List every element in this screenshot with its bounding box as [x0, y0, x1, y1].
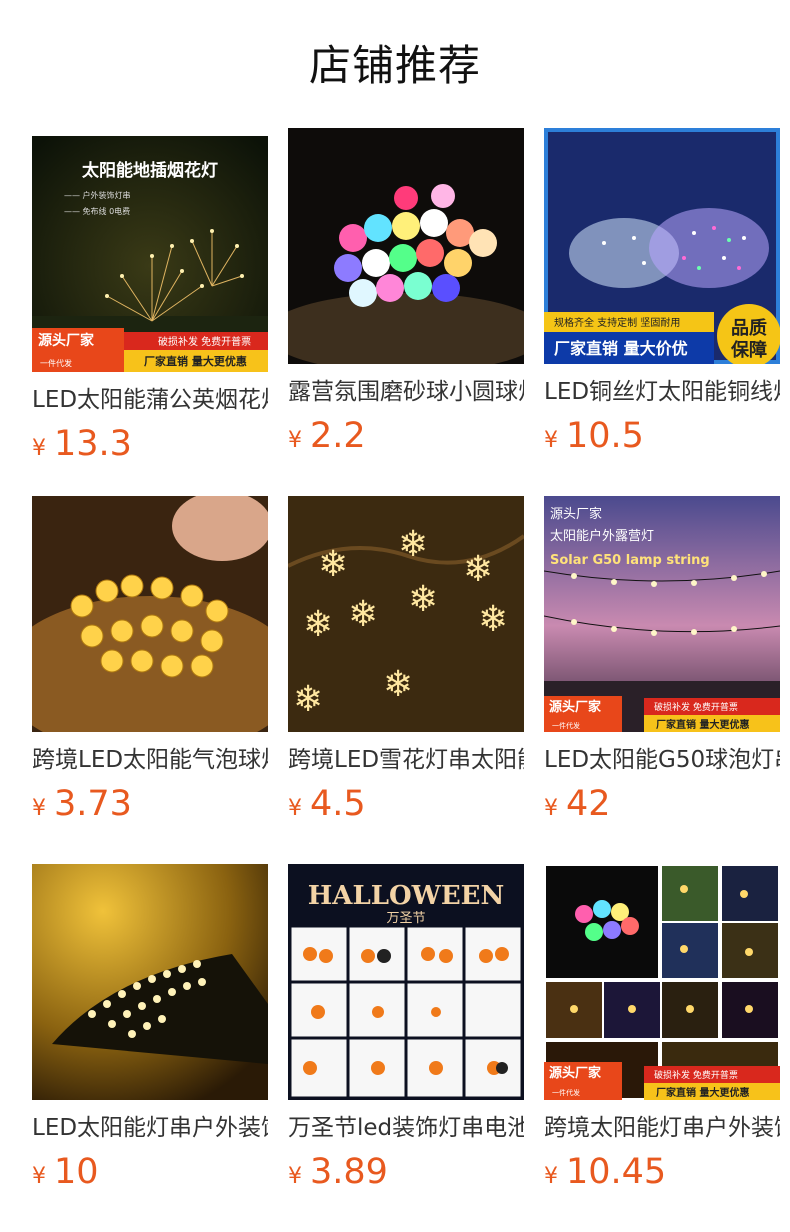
bubble-ball-lights-image[interactable]	[32, 496, 268, 732]
product-name[interactable]: LED太阳能蒲公英烟花灯	[32, 382, 268, 418]
svg-text:源头厂家: 源头厂家	[38, 332, 95, 349]
svg-text:一件代发: 一件代发	[552, 1088, 580, 1097]
product-name[interactable]: 露营氛围磨砂球小圆球灯串	[288, 374, 524, 410]
halloween-lights-image[interactable]: HALLOWEEN 万圣节	[288, 864, 524, 1100]
svg-text:—— 免布线 0电费: —— 免布线 0电费	[64, 206, 130, 216]
product-name[interactable]: 跨境太阳能灯串户外装饰	[544, 1110, 780, 1146]
currency-symbol: ¥	[544, 428, 558, 453]
svg-text:源头厂家: 源头厂家	[549, 1065, 602, 1081]
solar-lights-collage-image[interactable]: 源头厂家 一件代发 破损补发 免费开普票 厂家直销 量大更优惠	[544, 864, 780, 1100]
product-price: ¥42	[544, 784, 611, 824]
svg-text:品质: 品质	[731, 318, 767, 339]
currency-symbol: ¥	[288, 1164, 302, 1189]
product-price: ¥10.45	[544, 1152, 667, 1192]
svg-text:❄: ❄	[303, 604, 333, 645]
svg-text:源头厂家: 源头厂家	[549, 699, 602, 715]
currency-symbol: ¥	[544, 1164, 558, 1189]
svg-text:厂家直销 量大更优惠: 厂家直销 量大更优惠	[656, 1086, 749, 1099]
product-price: ¥10.5	[544, 416, 644, 456]
svg-text:规格齐全 支持定制 坚固耐用: 规格齐全 支持定制 坚固耐用	[554, 316, 680, 329]
svg-text:保障: 保障	[730, 339, 767, 361]
g50-bulb-string-image[interactable]: 源头厂家 太阳能户外露营灯 Solar G50 lamp string 源头厂家…	[544, 496, 780, 732]
product-name[interactable]: LED铜丝灯太阳能铜线灯串	[544, 374, 780, 410]
product-price: ¥10	[32, 1152, 99, 1192]
svg-text:❄: ❄	[383, 664, 413, 705]
product-name[interactable]: LED太阳能G50球泡灯串	[544, 742, 780, 778]
currency-symbol: ¥	[288, 796, 302, 821]
svg-text:破损补发 免费开普票: 破损补发 免费开普票	[654, 701, 738, 713]
warm-led-string-image[interactable]	[32, 864, 268, 1100]
product-name[interactable]: 跨境LED雪花灯串太阳能	[288, 742, 524, 778]
svg-text:源头厂家: 源头厂家	[550, 506, 602, 522]
currency-symbol: ¥	[288, 428, 302, 453]
svg-text:❄: ❄	[463, 549, 493, 590]
svg-text:Solar G50 lamp string: Solar G50 lamp string	[550, 553, 710, 568]
product-price: ¥13.3	[32, 424, 132, 464]
product-name[interactable]: 跨境LED太阳能气泡球灯串	[32, 742, 268, 778]
copper-wire-lights-image[interactable]: 规格齐全 支持定制 坚固耐用 厂家直销 量大价优 品质 保障	[544, 128, 780, 364]
svg-text:一件代发: 一件代发	[552, 721, 580, 730]
svg-text:破损补发 免费开普票: 破损补发 免费开普票	[158, 335, 251, 348]
svg-text:❄: ❄	[478, 599, 508, 640]
currency-symbol: ¥	[544, 796, 558, 821]
svg-text:太阳能户外露营灯: 太阳能户外露营灯	[550, 528, 654, 544]
firework-lights-image[interactable]: 太阳能地插烟花灯 —— 户外装饰灯串 —— 免布线 0电费 源头厂家 一件代发 …	[32, 136, 268, 372]
img-headline: 太阳能地插烟花灯	[82, 160, 218, 181]
svg-text:❄: ❄	[408, 579, 438, 620]
currency-symbol: ¥	[32, 1164, 46, 1189]
svg-text:—— 户外装饰灯串: —— 户外装饰灯串	[64, 190, 131, 200]
product-price: ¥3.73	[32, 784, 132, 824]
svg-text:❄: ❄	[398, 524, 428, 565]
product-name[interactable]: LED太阳能灯串户外装饰	[32, 1110, 268, 1146]
svg-text:万圣节: 万圣节	[386, 911, 425, 926]
frosted-ball-lights-image[interactable]	[288, 128, 524, 364]
product-price: ¥2.2	[288, 416, 366, 456]
svg-text:破损补发 免费开普票: 破损补发 免费开普票	[654, 1069, 738, 1081]
page-title: 店铺推荐	[308, 41, 481, 90]
svg-text:厂家直销 量大更优惠: 厂家直销 量大更优惠	[144, 354, 247, 368]
snowflake-lights-image[interactable]: ❄ ❄ ❄ ❄ ❄ ❄ ❄ ❄ ❄	[288, 496, 524, 732]
svg-text:厂家直销 量大更优惠: 厂家直销 量大更优惠	[656, 718, 749, 731]
svg-text:厂家直销 量大价优: 厂家直销 量大价优	[554, 339, 688, 358]
svg-text:一件代发: 一件代发	[40, 358, 72, 368]
product-price: ¥4.5	[288, 784, 366, 824]
svg-text:❄: ❄	[318, 544, 348, 585]
currency-symbol: ¥	[32, 796, 46, 821]
svg-text:HALLOWEEN: HALLOWEEN	[308, 881, 505, 911]
currency-symbol: ¥	[32, 436, 46, 461]
product-name[interactable]: 万圣节led装饰灯串电池款	[288, 1110, 524, 1146]
product-price: ¥3.89	[288, 1152, 388, 1192]
svg-text:❄: ❄	[348, 594, 378, 635]
svg-text:❄: ❄	[293, 679, 323, 720]
